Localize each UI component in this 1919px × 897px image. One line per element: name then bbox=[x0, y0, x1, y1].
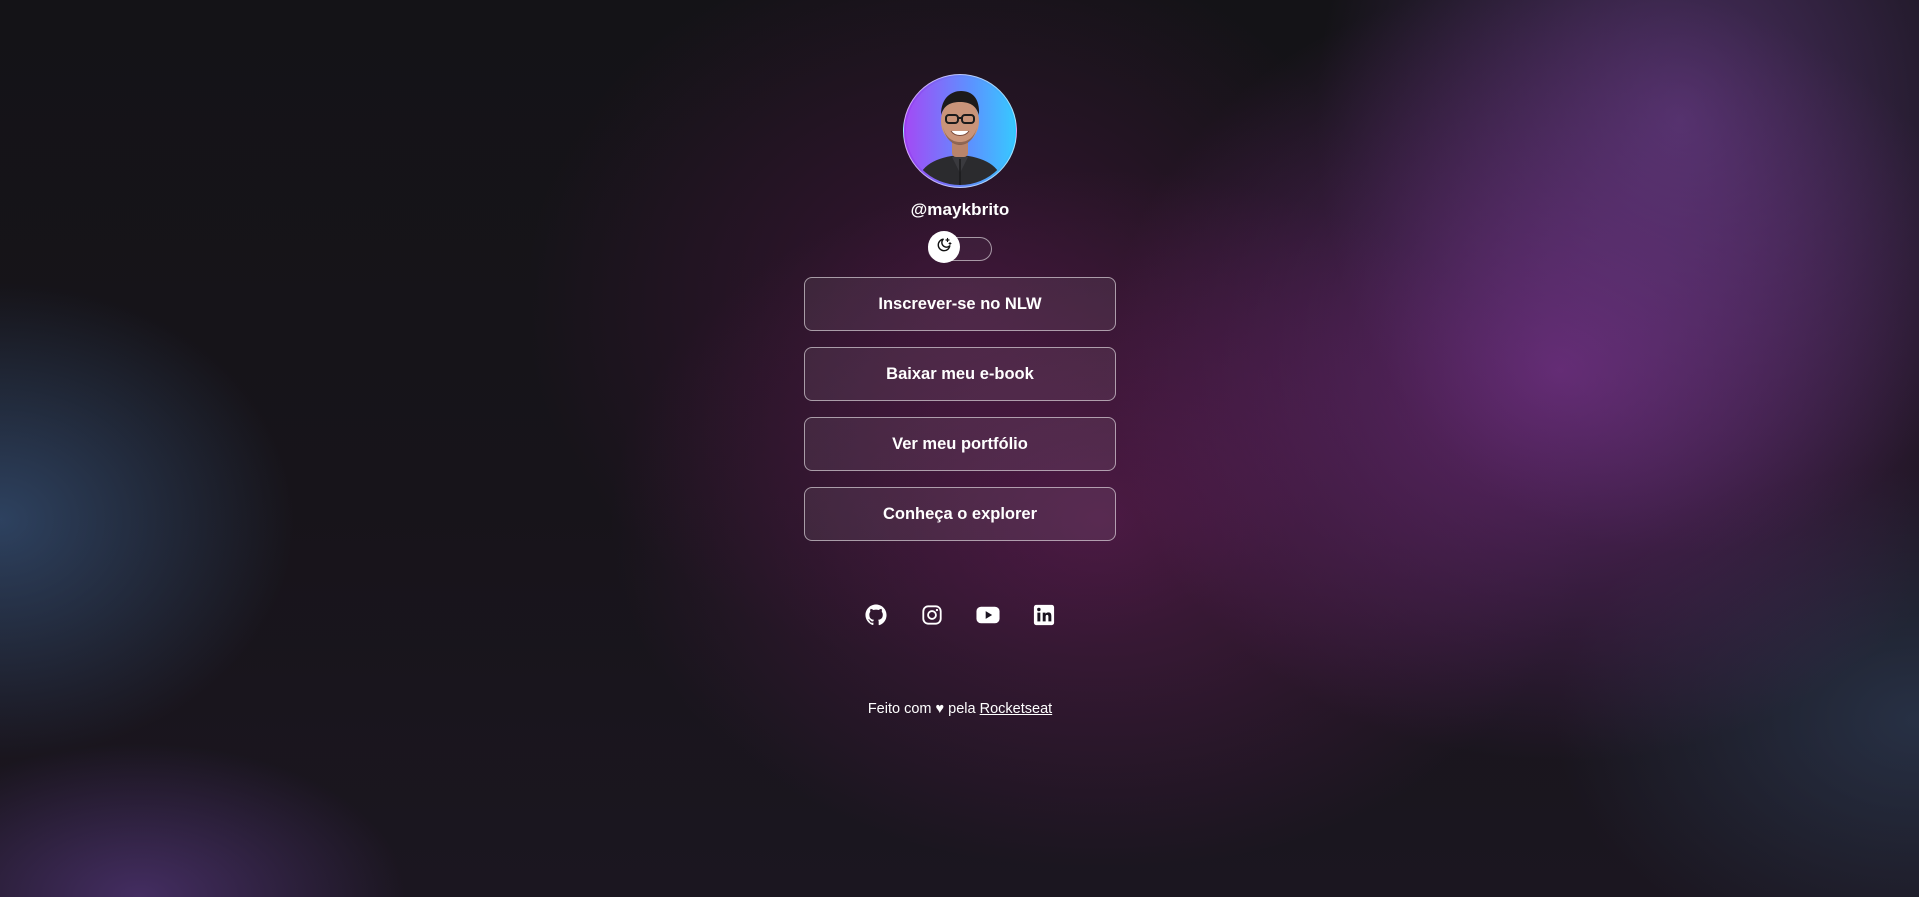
moon-stars-icon bbox=[936, 237, 952, 258]
username: @maykbrito bbox=[910, 200, 1010, 219]
instagram-icon[interactable] bbox=[920, 603, 944, 627]
link-explorer-button[interactable]: Conheça o explorer bbox=[804, 487, 1116, 541]
github-icon[interactable] bbox=[864, 603, 888, 627]
theme-toggle-knob[interactable] bbox=[928, 231, 960, 263]
profile-container: @maykbrito Inscrever-se no NLW Baixar me… bbox=[804, 74, 1116, 717]
footer-middle: pela bbox=[948, 701, 976, 717]
avatar bbox=[903, 74, 1017, 188]
footer: Feito com ♥ pela Rocketseat bbox=[868, 701, 1052, 717]
links-list: Inscrever-se no NLW Baixar meu e-book Ve… bbox=[804, 277, 1116, 541]
theme-toggle[interactable] bbox=[928, 231, 992, 263]
social-links bbox=[864, 603, 1056, 627]
link-portfolio-button[interactable]: Ver meu portfólio bbox=[804, 417, 1116, 471]
youtube-icon[interactable] bbox=[976, 603, 1000, 627]
linkedin-icon[interactable] bbox=[1032, 603, 1056, 627]
avatar-image bbox=[906, 77, 1014, 185]
rocketseat-link[interactable]: Rocketseat bbox=[980, 701, 1053, 717]
link-ebook-button[interactable]: Baixar meu e-book bbox=[804, 347, 1116, 401]
heart-icon: ♥ bbox=[935, 701, 945, 717]
link-nlw-button[interactable]: Inscrever-se no NLW bbox=[804, 277, 1116, 331]
footer-prefix: Feito com bbox=[867, 701, 932, 717]
